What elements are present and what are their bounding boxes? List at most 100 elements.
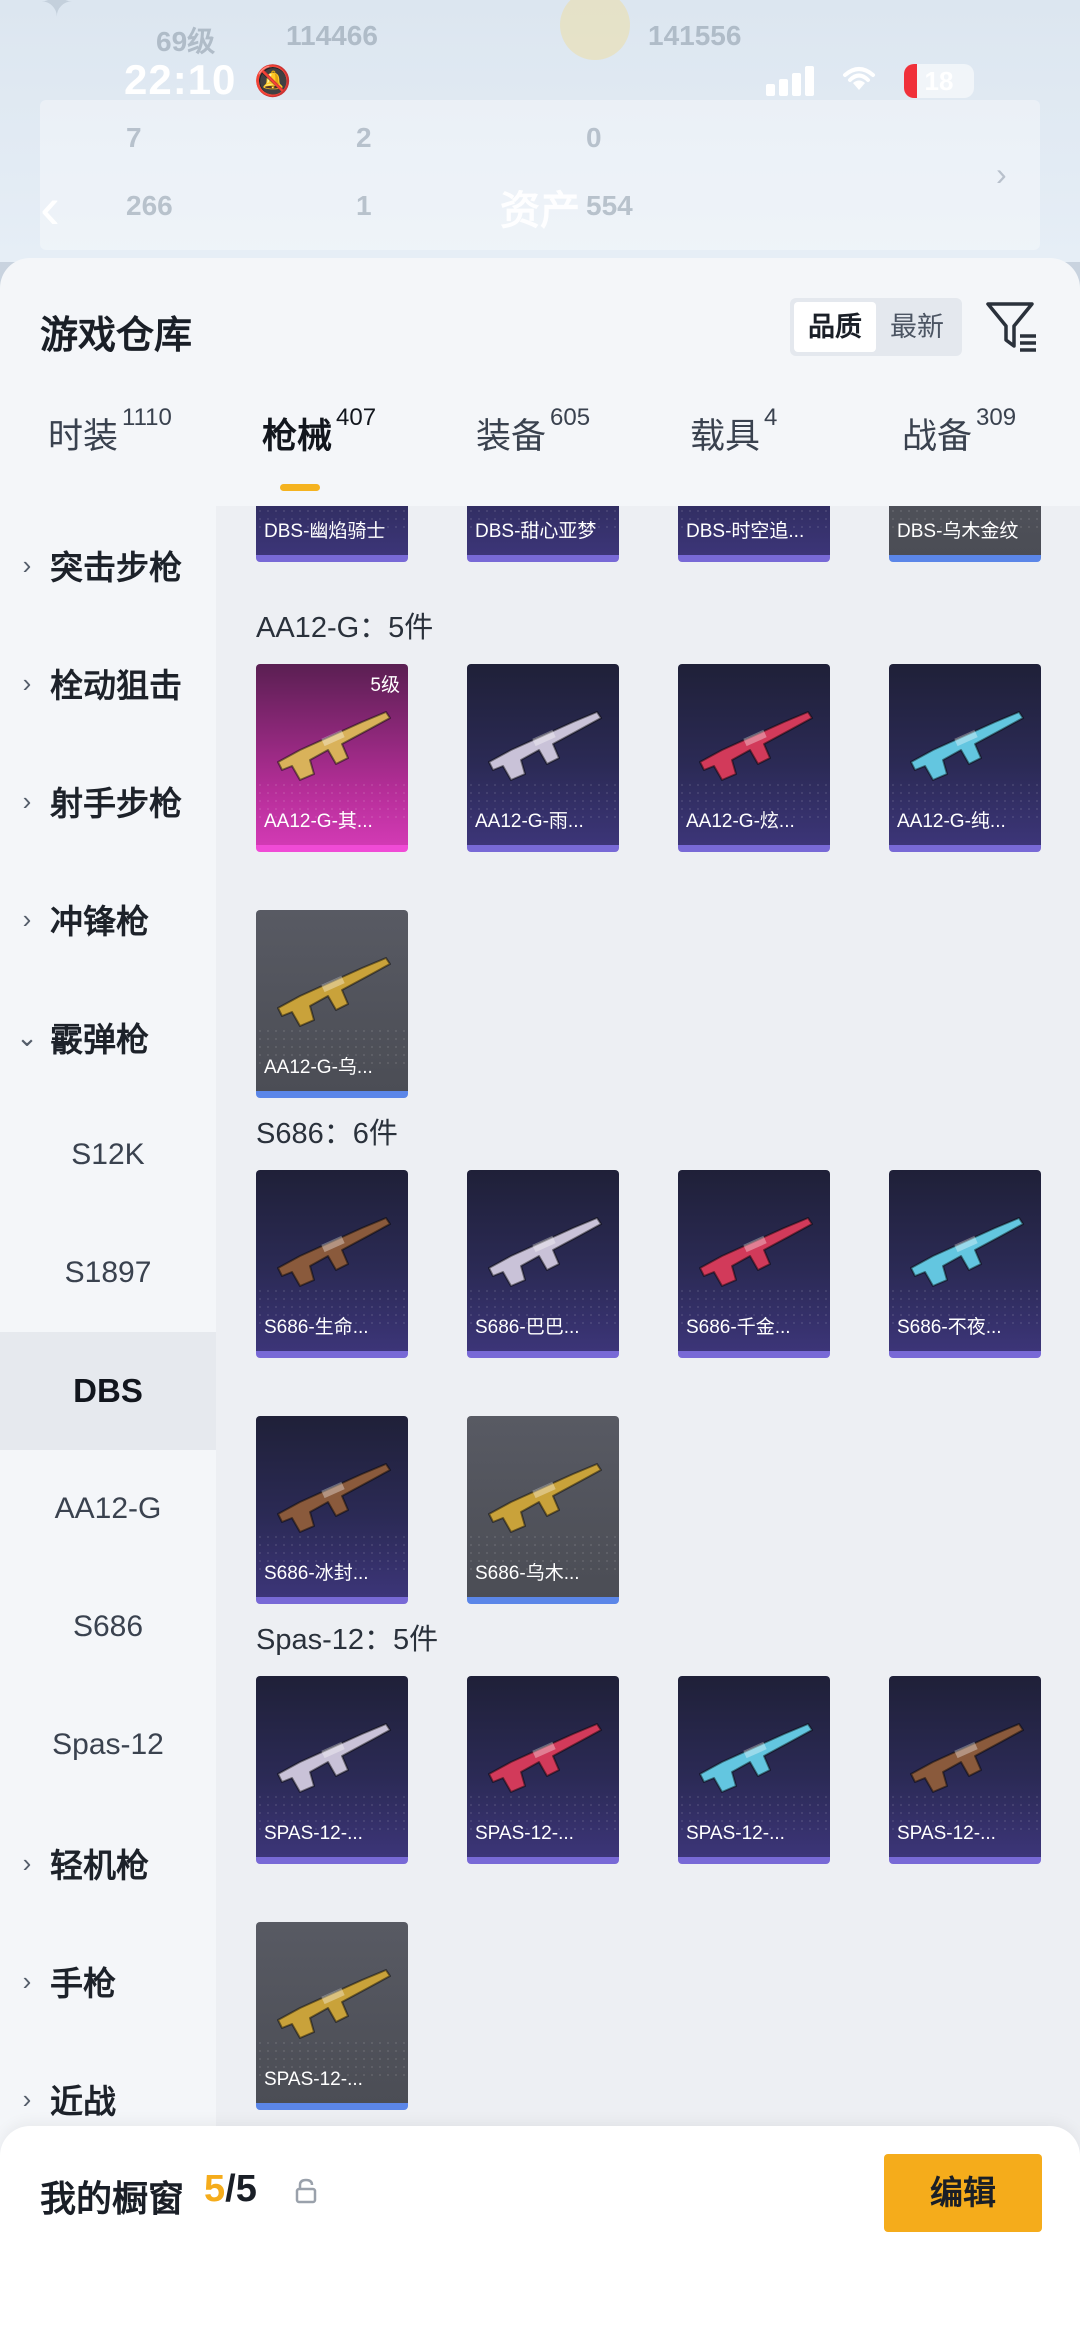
- sidebar-subitem-spas12[interactable]: Spas-12: [0, 1686, 216, 1804]
- filter-icon[interactable]: [982, 296, 1042, 356]
- tab-vehicles[interactable]: 载具 4: [690, 404, 777, 504]
- chevron-right-icon: ›: [22, 1965, 32, 1996]
- weapon-name: S686-千金...: [686, 1317, 791, 1338]
- tab-label: 战备: [902, 417, 973, 456]
- sidebar-item-smg[interactable]: › 冲锋枪: [0, 860, 216, 978]
- weapon-card[interactable]: 5级 AA12-G-其...: [256, 664, 408, 852]
- tab-label: 枪械: [262, 417, 333, 456]
- tab-count: 605: [550, 404, 591, 431]
- weapon-card[interactable]: S686-冰封...: [256, 1416, 408, 1604]
- weapon-card[interactable]: AA12-G-雨...: [467, 664, 619, 852]
- sidebar-item-label: 轻机枪: [50, 1847, 149, 1884]
- back-arrow-icon[interactable]: ‹: [40, 178, 60, 238]
- weapon-name: SPAS-12-...: [686, 1823, 785, 1844]
- battery-indicator: 18: [904, 64, 974, 98]
- weapon-icon: [277, 1723, 391, 1793]
- cell-signal-icon: [766, 66, 818, 96]
- weapon-icon: [277, 1217, 391, 1287]
- sidebar-item-pistol[interactable]: › 手枪: [0, 1922, 216, 2040]
- weapon-icon: [699, 1217, 813, 1287]
- weapon-card[interactable]: DBS-幽焰骑士: [256, 506, 408, 562]
- showcase-count: 5/5: [204, 2168, 257, 2211]
- weapon-icon: [488, 1463, 602, 1533]
- weapon-icon: [277, 1463, 391, 1533]
- sidebar-item-label: 近战: [50, 2083, 116, 2120]
- weapon-card[interactable]: SPAS-12-...: [467, 1676, 619, 1864]
- sidebar-item-shotgun[interactable]: ⌄ 霰弹枪: [0, 978, 216, 1096]
- bg-stat: 554: [586, 190, 633, 221]
- weapon-name: SPAS-12-...: [264, 1823, 363, 1844]
- weapon-icon: [277, 1969, 391, 2039]
- weapon-card[interactable]: SPAS-12-...: [889, 1676, 1041, 1864]
- bg-stat: 7: [126, 122, 142, 153]
- weapon-card[interactable]: AA12-G-纯...: [889, 664, 1041, 852]
- weapon-card[interactable]: DBS-时空追...: [678, 506, 830, 562]
- tab-firearms[interactable]: 枪械 407: [262, 404, 376, 504]
- chevron-down-icon: ⌄: [16, 1021, 38, 1052]
- weapon-card[interactable]: SPAS-12-...: [678, 1676, 830, 1864]
- weapon-icon: [910, 1217, 1024, 1287]
- weapon-card[interactable]: DBS-乌木金纹: [889, 506, 1041, 562]
- weapon-icon: [488, 1217, 602, 1287]
- weapon-card[interactable]: AA12-G-乌...: [256, 910, 408, 1098]
- sidebar-item-marksman[interactable]: › 射手步枪: [0, 742, 216, 860]
- bg-stat: 0: [586, 122, 602, 153]
- category-tabs: 时装 1110 枪械 407 装备 605 载具 4 战备 309: [0, 404, 1080, 504]
- weapon-name: S686-不夜...: [897, 1317, 1002, 1338]
- weapon-name: AA12-G-炫...: [686, 811, 795, 832]
- bg-coins: 114466: [286, 20, 378, 51]
- weapon-name: S686-巴巴...: [475, 1317, 580, 1338]
- sidebar-item-label: 手枪: [50, 1965, 116, 2002]
- showcase-max: 5: [235, 2168, 257, 2210]
- weapon-name: S686-冰封...: [264, 1563, 369, 1584]
- showcase-label: 我的橱窗: [40, 2178, 185, 2219]
- weapon-icon: [699, 711, 813, 781]
- weapon-card[interactable]: DBS-甜心亚梦: [467, 506, 619, 562]
- weapon-icon: [277, 711, 391, 781]
- weapon-card[interactable]: S686-千金...: [678, 1170, 830, 1358]
- weapon-card[interactable]: S686-乌木...: [467, 1416, 619, 1604]
- bg-stat: 266: [126, 190, 173, 221]
- weapon-card[interactable]: SPAS-12-...: [256, 1922, 408, 2110]
- weapon-name: SPAS-12-...: [475, 1823, 574, 1844]
- wifi-icon: [840, 62, 878, 101]
- tab-fashion[interactable]: 时装 1110: [48, 404, 172, 504]
- sidebar-subitem-s12k[interactable]: S12K: [0, 1096, 216, 1214]
- chevron-right-icon: ›: [22, 1847, 32, 1878]
- tab-supplies[interactable]: 战备 309: [902, 404, 1016, 504]
- edit-button[interactable]: 编辑: [884, 2154, 1042, 2232]
- weapon-card[interactable]: SPAS-12-...: [256, 1676, 408, 1864]
- sidebar-item-lmg[interactable]: › 轻机枪: [0, 1804, 216, 1922]
- tab-equipment[interactable]: 装备 605: [476, 404, 590, 504]
- weapon-name: AA12-G-乌...: [264, 1057, 373, 1078]
- weapon-card[interactable]: S686-不夜...: [889, 1170, 1041, 1358]
- bg-stat: 1: [356, 190, 372, 221]
- weapon-icon: [488, 1723, 602, 1793]
- weapon-name: DBS-幽焰骑士: [264, 521, 386, 542]
- sidebar-subitem-aa12g[interactable]: AA12-G: [0, 1450, 216, 1568]
- chevron-right-icon: ›: [22, 785, 32, 816]
- tab-count: 309: [976, 404, 1017, 431]
- sidebar-item-label: 突击步枪: [50, 549, 182, 586]
- weapon-card[interactable]: S686-生命...: [256, 1170, 408, 1358]
- weapon-level-badge: 5级: [370, 675, 400, 696]
- sidebar-subitem-dbs[interactable]: DBS: [0, 1332, 216, 1450]
- bg-page-title: 资产: [500, 189, 580, 233]
- weapon-name: SPAS-12-...: [897, 1823, 996, 1844]
- lock-icon: [294, 2178, 318, 2204]
- sidebar-item-assault-rifle[interactable]: › 突击步枪: [0, 506, 216, 624]
- sidebar-subitem-s686[interactable]: S686: [0, 1568, 216, 1686]
- sidebar-subitem-s1897[interactable]: S1897: [0, 1214, 216, 1332]
- group-title-spas12: Spas-12：5件: [256, 1624, 439, 1656]
- sort-quality-option[interactable]: 品质: [794, 302, 876, 352]
- warehouse-sheet: 游戏仓库 品质 最新 时装 1110 枪械 407 装备 605 载具 4 战备 309 …: [0, 258, 1080, 2347]
- showcase-bar: 我的橱窗 5/5 编辑: [0, 2126, 1080, 2347]
- weapon-name: S686-乌木...: [475, 1563, 580, 1584]
- sort-toggle: 品质 最新: [790, 298, 962, 356]
- weapon-card[interactable]: AA12-G-炫...: [678, 664, 830, 852]
- showcase-sep: /: [225, 2168, 236, 2210]
- weapon-card[interactable]: S686-巴巴...: [467, 1170, 619, 1358]
- sort-newest-option[interactable]: 最新: [876, 302, 958, 352]
- active-tab-indicator: [280, 484, 320, 491]
- sidebar-item-bolt-sniper[interactable]: › 栓动狙击: [0, 624, 216, 742]
